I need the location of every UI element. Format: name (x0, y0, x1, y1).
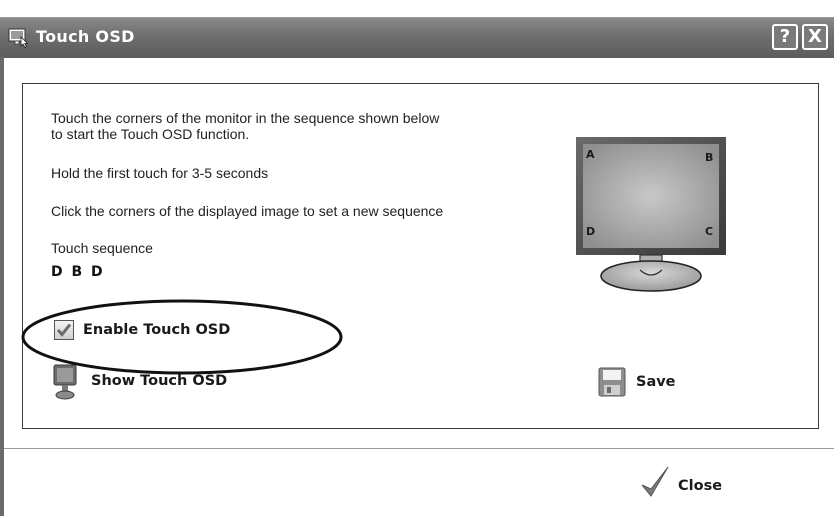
checkmark-icon (56, 323, 72, 337)
show-touch-osd-button[interactable]: Show Touch OSD (91, 373, 227, 389)
help-button[interactable]: ? (772, 24, 798, 50)
touch-osd-app-icon (8, 28, 29, 48)
enable-touch-osd-label[interactable]: Enable Touch OSD (83, 322, 230, 338)
enable-touch-osd-checkbox[interactable] (54, 320, 74, 340)
close-button[interactable]: Close (678, 478, 722, 494)
monitor-corner-d[interactable]: D (586, 225, 595, 238)
monitor-corner-c[interactable]: C (705, 225, 713, 238)
window-close-button[interactable]: X (802, 24, 828, 50)
title-bar[interactable]: Touch OSD ? X (0, 17, 834, 58)
monitor-corner-a[interactable]: A (586, 148, 595, 161)
monitor-icon[interactable] (53, 364, 77, 400)
instruction-line-2: to start the Touch OSD function. (51, 126, 250, 142)
click-instruction: Click the corners of the displayed image… (51, 203, 444, 219)
instruction-line-1: Touch the corners of the monitor in the … (51, 110, 440, 126)
touch-sequence-label: Touch sequence (51, 240, 153, 256)
checkmark-icon[interactable] (640, 465, 670, 499)
window-title: Touch OSD (36, 27, 135, 46)
hold-instruction: Hold the first touch for 3-5 seconds (51, 165, 269, 181)
footer-divider (4, 448, 834, 449)
touch-osd-dialog: Touch OSD ? X Touch the corners of the m… (0, 0, 834, 516)
touch-sequence-value: D B D (51, 264, 105, 280)
monitor-illustration[interactable] (576, 134, 726, 304)
monitor-corner-b[interactable]: B (705, 151, 713, 164)
save-button[interactable]: Save (636, 374, 676, 390)
floppy-disk-icon[interactable] (598, 367, 626, 397)
